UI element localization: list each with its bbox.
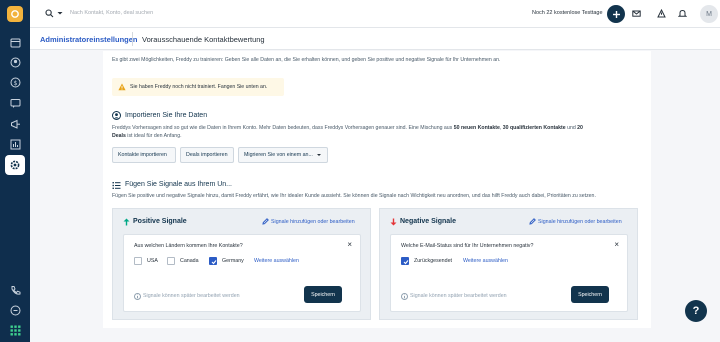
reports-icon[interactable] [8, 137, 22, 151]
warning-text: Sie haben Freddy noch nicht trainiert. F… [130, 84, 268, 90]
pencil-icon [262, 218, 269, 225]
import-section-title: Importieren Sie Ihre Daten [125, 112, 208, 119]
positive-signals-panel: Positive Signale Signale hinzufügen oder… [112, 208, 371, 320]
warning-icon [118, 83, 126, 91]
arrow-down-icon [390, 218, 397, 226]
breadcrumb: Administratoreinstellungen Vorausschauen… [30, 28, 720, 50]
help-button[interactable]: ? [685, 300, 707, 322]
checkbox-germany[interactable] [209, 257, 217, 265]
signals-section-title: Fügen Sie Signale aus Ihrem Un... [125, 181, 233, 188]
import-section-text: Freddys Vorhersagen sind so gut wie die … [112, 125, 583, 139]
positive-save-button[interactable]: Speichern [304, 286, 342, 303]
negative-select-more-link[interactable]: Weitere auswählen [463, 258, 508, 264]
info-icon [134, 293, 141, 300]
apps-grid-icon[interactable] [8, 323, 22, 337]
svg-text:$: $ [13, 80, 17, 87]
import-contacts-button[interactable]: Kontakte importieren [112, 147, 176, 163]
search-input[interactable]: Nach Kontakt, Konto, deal suchen [70, 10, 153, 16]
negative-question: Welche E-Mail-Status sind für Ihr Untern… [401, 243, 534, 249]
sidebar: $ [0, 0, 30, 342]
positive-hint-text: Signale können später bearbeitet werden [143, 293, 240, 299]
positive-select-more-link[interactable]: Weitere auswählen [254, 258, 299, 264]
positive-close-icon[interactable]: × [347, 240, 352, 249]
negative-signals-title: Negative Signale [400, 218, 457, 225]
intro-text: Es gibt zwei Möglichkeiten, Freddy zu tr… [112, 57, 501, 63]
search-scope-chevron-down-icon[interactable] [56, 9, 66, 19]
top-bar: Nach Kontakt, Konto, deal suchen Noch 22… [30, 0, 720, 28]
checkmark-icon [403, 259, 408, 264]
negative-signals-header: Negative Signale Signale hinzufügen oder… [380, 209, 637, 233]
import-deals-button[interactable]: Deals importieren [180, 147, 234, 163]
settings-icon[interactable] [8, 158, 22, 172]
negative-signals-panel: Negative Signale Signale hinzufügen oder… [379, 208, 638, 320]
conversations-icon[interactable] [8, 96, 22, 110]
positive-question: Aus welchen Ländern kommen Ihre Kontakte… [134, 243, 243, 249]
calendar-icon[interactable] [8, 35, 22, 49]
negative-save-button[interactable]: Speichern [571, 286, 609, 303]
positive-edit-signals-link[interactable]: Signale hinzufügen oder bearbeiten [271, 219, 355, 225]
bell-icon[interactable] [677, 9, 688, 19]
breadcrumb-divider [132, 32, 133, 46]
mail-icon[interactable] [632, 9, 642, 19]
freshworks-logo[interactable] [7, 6, 23, 22]
contact-scoring-card: Es gibt zwei Möglichkeiten, Freddy zu tr… [103, 51, 651, 328]
info-icon [401, 293, 408, 300]
negative-signal-card: Welche E-Mail-Status sind für Ihr Untern… [390, 234, 628, 312]
page-title: Vorausschauende Kontaktbewertung [142, 35, 265, 44]
negative-hint-text: Signale können später bearbeitet werden [410, 293, 507, 299]
alert-icon[interactable] [657, 8, 667, 19]
negative-edit-signals-link[interactable]: Signale hinzufügen oder bearbeiten [538, 219, 622, 225]
chat-icon[interactable] [8, 303, 22, 317]
positive-signals-title: Positive Signale [133, 218, 187, 225]
quick-add-button[interactable] [607, 5, 625, 23]
search-icon[interactable] [45, 9, 55, 19]
negative-close-icon[interactable]: × [614, 240, 619, 249]
breadcrumb-admin-settings-link[interactable]: Administratoreinstellungen [40, 35, 138, 44]
campaigns-icon[interactable] [8, 117, 22, 131]
user-import-icon [112, 111, 121, 120]
plus-icon [612, 10, 620, 18]
checkbox-bounced-label: Zurückgesendet [414, 258, 452, 264]
deals-icon[interactable]: $ [8, 75, 22, 89]
avatar[interactable]: M [700, 5, 718, 23]
signals-section-text: Fügen Sie positive und negative Signale … [112, 193, 596, 199]
training-warning-banner: Sie haben Freddy noch nicht trainiert. F… [112, 78, 284, 96]
checkbox-usa[interactable] [134, 257, 142, 265]
checkbox-germany-label: Germany [222, 258, 244, 264]
chevron-down-icon [316, 154, 321, 156]
trial-days-text: Noch 22 kostenlose Testtage [532, 10, 603, 16]
contacts-icon[interactable] [8, 55, 22, 69]
migrate-dropdown[interactable]: Migrieren Sie von einem an... [238, 147, 328, 163]
migrate-dropdown-label: Migrieren Sie von einem an... [244, 152, 313, 158]
positive-signals-header: Positive Signale Signale hinzufügen oder… [113, 209, 370, 233]
checkbox-canada-label: Canada [180, 258, 199, 264]
checkmark-icon [211, 259, 216, 264]
checkbox-usa-label: USA [147, 258, 158, 264]
arrow-up-icon [123, 218, 130, 226]
list-icon [112, 182, 121, 189]
positive-signal-card: Aus welchen Ländern kommen Ihre Kontakte… [123, 234, 361, 312]
pencil-icon [529, 218, 536, 225]
checkbox-canada[interactable] [167, 257, 175, 265]
phone-icon[interactable] [8, 283, 22, 297]
checkbox-bounced[interactable] [401, 257, 409, 265]
